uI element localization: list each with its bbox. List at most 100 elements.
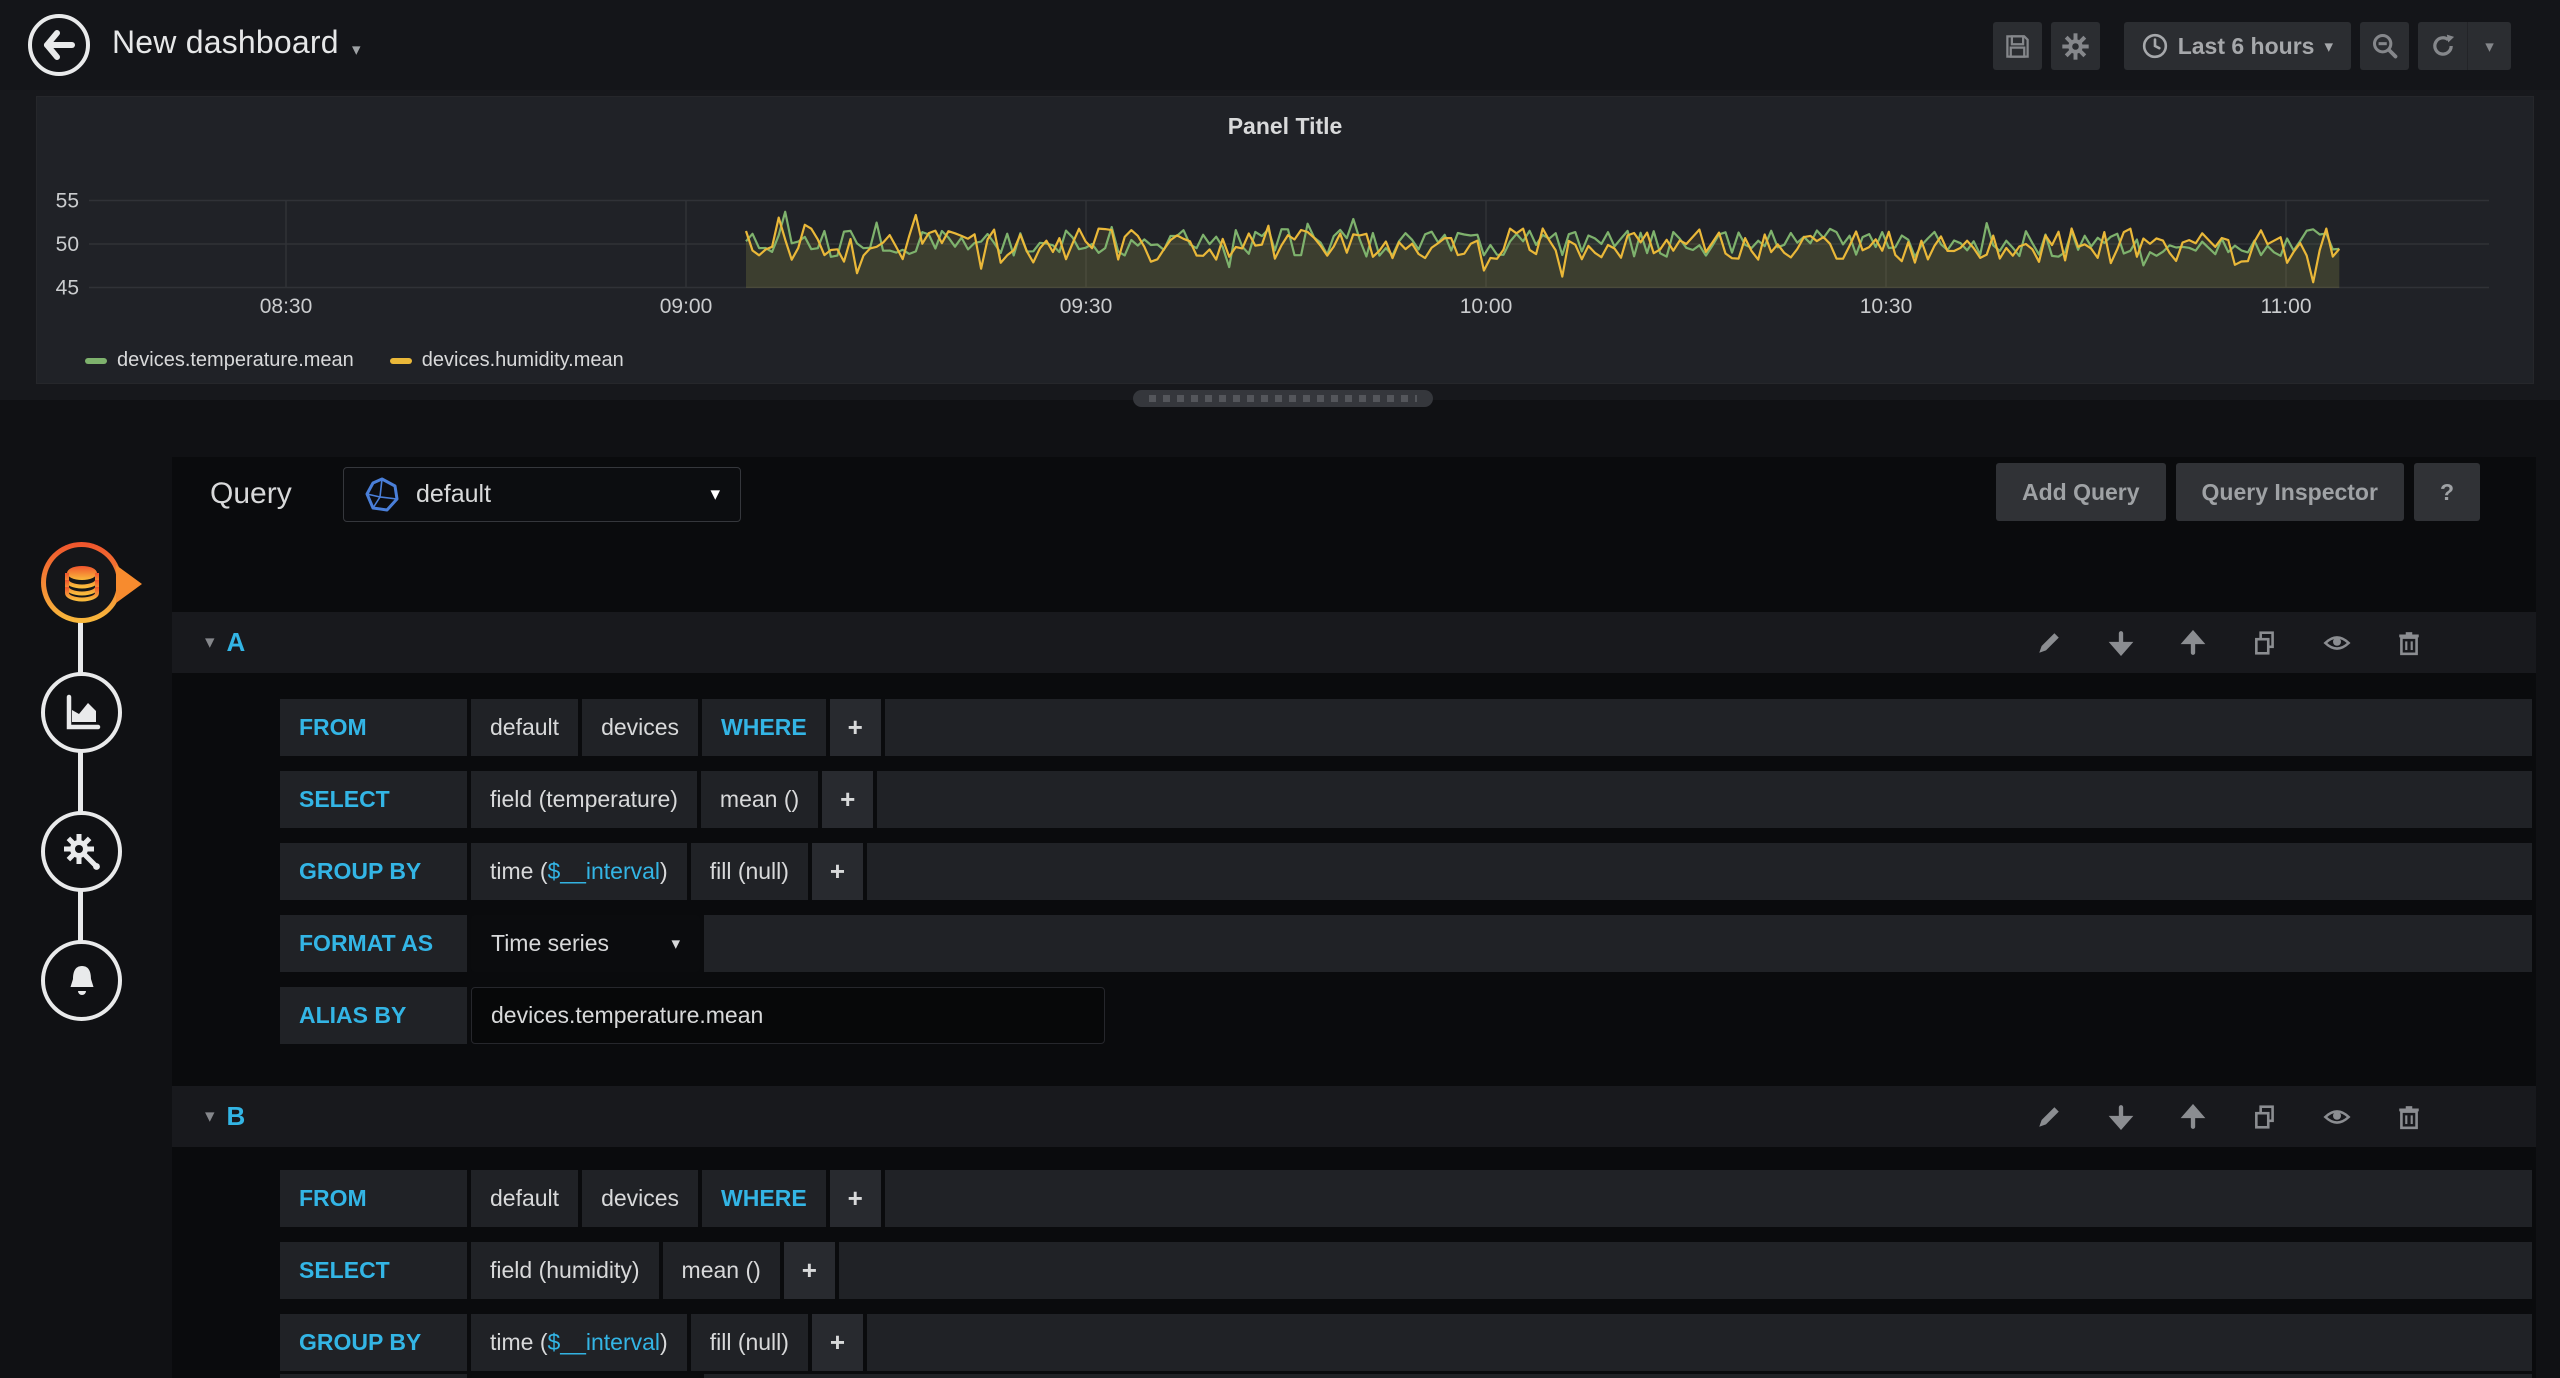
dashboard-title-caret-icon[interactable]: ▾ [352, 40, 361, 60]
format-as-dropdown[interactable] [471, 1374, 700, 1378]
delete-query-button[interactable] [2394, 628, 2424, 658]
query-b-header[interactable]: ▾ B [172, 1086, 2536, 1147]
query-a-alias-row: ALIAS BY [280, 987, 2532, 1044]
add-where-button[interactable]: + [830, 699, 881, 756]
query-b-collapse-caret-icon[interactable]: ▾ [205, 1105, 215, 1128]
tab-queries[interactable] [41, 542, 122, 623]
from-measurement[interactable]: devices [582, 699, 698, 756]
groupby-time[interactable]: time ($__interval) [471, 843, 687, 900]
magnifier-minus-icon [2371, 32, 2399, 60]
time-range-caret-icon: ▾ [2324, 38, 2333, 55]
query-a-actions [2034, 628, 2536, 658]
rail-connector [78, 622, 83, 674]
legend-swatch-temperature [85, 358, 107, 364]
groupby-interval-variable: $__interval [548, 1329, 661, 1356]
move-query-down-button[interactable] [2106, 1102, 2136, 1132]
svg-text:45: 45 [56, 277, 79, 300]
add-groupby-button[interactable]: + [812, 1314, 863, 1371]
navbar: New dashboard ▾ [0, 0, 2560, 90]
tab-general[interactable] [41, 811, 122, 892]
groupby-time-suffix: ) [660, 858, 668, 885]
query-editor-header: Query default ▾ Add Query Query Inspecto… [172, 457, 2536, 532]
row-filler [839, 1242, 2532, 1299]
row-filler [704, 915, 2532, 972]
query-inspector-button[interactable]: Query Inspector [2176, 463, 2404, 521]
format-as-value: Time series [491, 930, 609, 957]
add-select-button[interactable]: + [822, 771, 873, 828]
toggle-query-visibility-button[interactable] [2322, 1102, 2352, 1132]
from-policy[interactable]: default [471, 699, 578, 756]
move-query-up-button[interactable] [2178, 628, 2208, 658]
chart-icon [60, 691, 104, 735]
groupby-time-prefix: time ( [490, 1329, 548, 1356]
select-field[interactable]: field (humidity) [471, 1242, 659, 1299]
query-a-collapse-caret-icon[interactable]: ▾ [205, 631, 215, 654]
add-where-button[interactable]: + [830, 1170, 881, 1227]
help-button[interactable]: ? [2414, 463, 2480, 521]
format-as-dropdown[interactable]: Time series ▾ [471, 915, 700, 972]
time-range-label: Last 6 hours [2178, 33, 2315, 60]
query-b-select-row: SELECT field (humidity) mean () + [280, 1242, 2532, 1299]
select-aggregation[interactable]: mean () [701, 771, 818, 828]
refresh-button-group: ▾ [2418, 22, 2511, 70]
edit-query-button[interactable] [2034, 628, 2064, 658]
panel-resize-handle[interactable] [1133, 390, 1433, 407]
query-a-ref: A [227, 627, 246, 658]
move-query-down-button[interactable] [2106, 628, 2136, 658]
legend-swatch-humidity [390, 358, 412, 364]
duplicate-query-button[interactable] [2250, 628, 2280, 658]
tab-alert[interactable] [41, 940, 122, 1021]
from-measurement[interactable]: devices [582, 1170, 698, 1227]
delete-query-button[interactable] [2394, 1102, 2424, 1132]
select-field[interactable]: field (temperature) [471, 771, 697, 828]
dashboard-title[interactable]: New dashboard [112, 24, 339, 61]
query-a-format-row: FORMAT AS Time series ▾ [280, 915, 2532, 972]
move-query-up-button[interactable] [2178, 1102, 2208, 1132]
row-filler [867, 1314, 2532, 1371]
groupby-fill[interactable]: fill (null) [691, 843, 808, 900]
groupby-fill[interactable]: fill (null) [691, 1314, 808, 1371]
edit-query-button[interactable] [2034, 1102, 2064, 1132]
svg-text:10:30: 10:30 [1860, 295, 1913, 318]
datasource-caret-icon: ▾ [710, 483, 720, 506]
toggle-query-visibility-button[interactable] [2322, 628, 2352, 658]
back-button[interactable] [28, 14, 90, 76]
database-icon [59, 560, 105, 606]
from-policy[interactable]: default [471, 1170, 578, 1227]
datasource-picker[interactable]: default ▾ [343, 467, 741, 522]
refresh-button[interactable] [2418, 22, 2467, 70]
legend-label-humidity: devices.humidity.mean [422, 349, 624, 372]
zoom-out-time-button[interactable] [2360, 22, 2409, 70]
where-keyword[interactable]: WHERE [702, 1170, 826, 1227]
add-select-button[interactable]: + [784, 1242, 835, 1299]
add-query-button[interactable]: Add Query [1996, 463, 2166, 521]
datasource-selected: default [416, 480, 694, 509]
alias-by-input[interactable] [471, 987, 1105, 1044]
query-a-header[interactable]: ▾ A [172, 612, 2536, 673]
time-range-picker[interactable]: Last 6 hours ▾ [2124, 22, 2351, 70]
format-as-caret-icon: ▾ [671, 934, 680, 954]
select-aggregation[interactable]: mean () [663, 1242, 780, 1299]
dashboard-settings-button[interactable] [2051, 22, 2100, 70]
groupby-label: GROUP BY [280, 1314, 467, 1371]
row-filler [704, 1374, 2532, 1378]
save-dashboard-button[interactable] [1993, 22, 2042, 70]
svg-text:55: 55 [56, 190, 79, 213]
legend-item-humidity[interactable]: devices.humidity.mean [390, 349, 624, 372]
legend-item-temperature[interactable]: devices.temperature.mean [85, 349, 354, 372]
row-filler [885, 1170, 2532, 1227]
query-b-ref: B [227, 1101, 246, 1132]
groupby-time-prefix: time ( [490, 858, 548, 885]
add-groupby-button[interactable]: + [812, 843, 863, 900]
duplicate-query-button[interactable] [2250, 1102, 2280, 1132]
from-label: FROM [280, 699, 467, 756]
refresh-interval-dropdown[interactable]: ▾ [2467, 22, 2511, 70]
where-keyword[interactable]: WHERE [702, 699, 826, 756]
groupby-time[interactable]: time ($__interval) [471, 1314, 687, 1371]
clock-icon [2142, 33, 2168, 59]
rail-connector [78, 891, 83, 943]
tab-visualization[interactable] [41, 672, 122, 753]
groupby-label: GROUP BY [280, 843, 467, 900]
rail-connector [78, 752, 83, 814]
time-series-chart[interactable]: 45505508:3009:0009:3010:0010:3011:0011:3… [37, 97, 2533, 337]
